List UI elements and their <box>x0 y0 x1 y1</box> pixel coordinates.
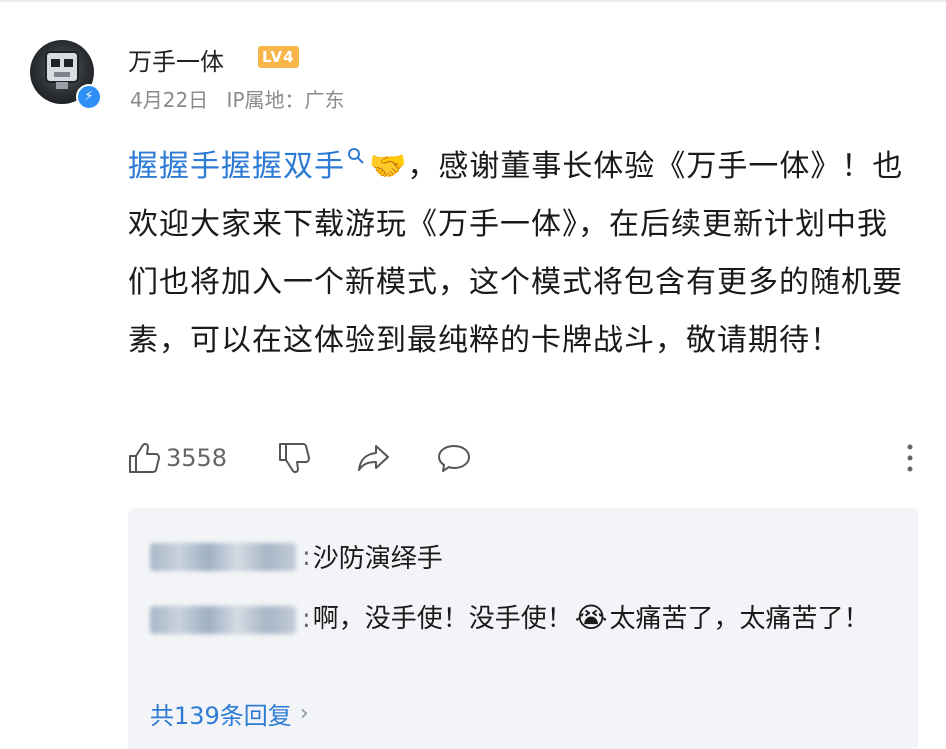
handshake-icon: 🤝 <box>369 149 408 184</box>
avatar-robot-icon <box>45 51 79 89</box>
thumbs-up-icon <box>129 442 160 473</box>
share-icon <box>358 445 389 471</box>
reply-item: : 沙防演绎手 <box>150 538 443 575</box>
blurred-username <box>150 542 296 571</box>
chevron-right-icon: › <box>299 701 309 726</box>
post-meta: 4月22日 IP属地：广东 <box>130 84 345 113</box>
comment-icon <box>438 445 470 472</box>
post-date: 4月22日 <box>130 88 209 112</box>
reply-button[interactable] <box>436 436 472 480</box>
more-replies-label: 共139条回复 <box>150 702 292 730</box>
crying-face-icon: 😭 <box>574 601 608 634</box>
reply-colon: : <box>302 541 311 572</box>
reply-text: 太痛苦了，太痛苦了！ <box>609 604 870 634</box>
action-bar: 3558 <box>126 436 916 480</box>
thumbs-down-icon <box>279 443 310 474</box>
comment-thread: ⚡ 万手一体 LV4 4月22日 IP属地：广东 握握手握握双手 🤝，感谢董事长体… <box>0 0 946 749</box>
dislike-button[interactable] <box>276 436 312 480</box>
like-button[interactable]: 3558 <box>126 436 227 480</box>
search-icon <box>348 148 364 164</box>
reply-preview: : 沙防演绎手 :啊，没手使！没手使！😭太痛苦了，太痛苦了！ 共139条回复 › <box>128 508 918 749</box>
blurred-username <box>150 605 296 634</box>
reply-text: 沙防演绎手 <box>312 544 443 574</box>
topic-link[interactable]: 握握手握握双手 <box>128 149 345 184</box>
share-button[interactable] <box>356 436 392 480</box>
like-count: 3558 <box>166 444 228 472</box>
reply-item: :啊，没手使！没手使！😭太痛苦了，太痛苦了！ <box>150 594 880 643</box>
ip-location: IP属地：广东 <box>226 88 345 112</box>
verified-badge-icon: ⚡ <box>76 84 102 110</box>
comment-body: 握握手握握双手 🤝，感谢董事长体验《万手一体》！也欢迎大家来下载游玩《万手一体》，… <box>128 138 918 370</box>
view-more-replies-link[interactable]: 共139条回复 › <box>150 696 309 731</box>
reply-text: 啊，没手使！没手使！ <box>312 604 573 634</box>
level-badge: LV4 <box>258 46 299 68</box>
more-options-icon[interactable] <box>904 442 916 474</box>
reply-colon: : <box>302 604 311 634</box>
divider <box>0 0 946 2</box>
author-name[interactable]: 万手一体 <box>128 42 224 77</box>
